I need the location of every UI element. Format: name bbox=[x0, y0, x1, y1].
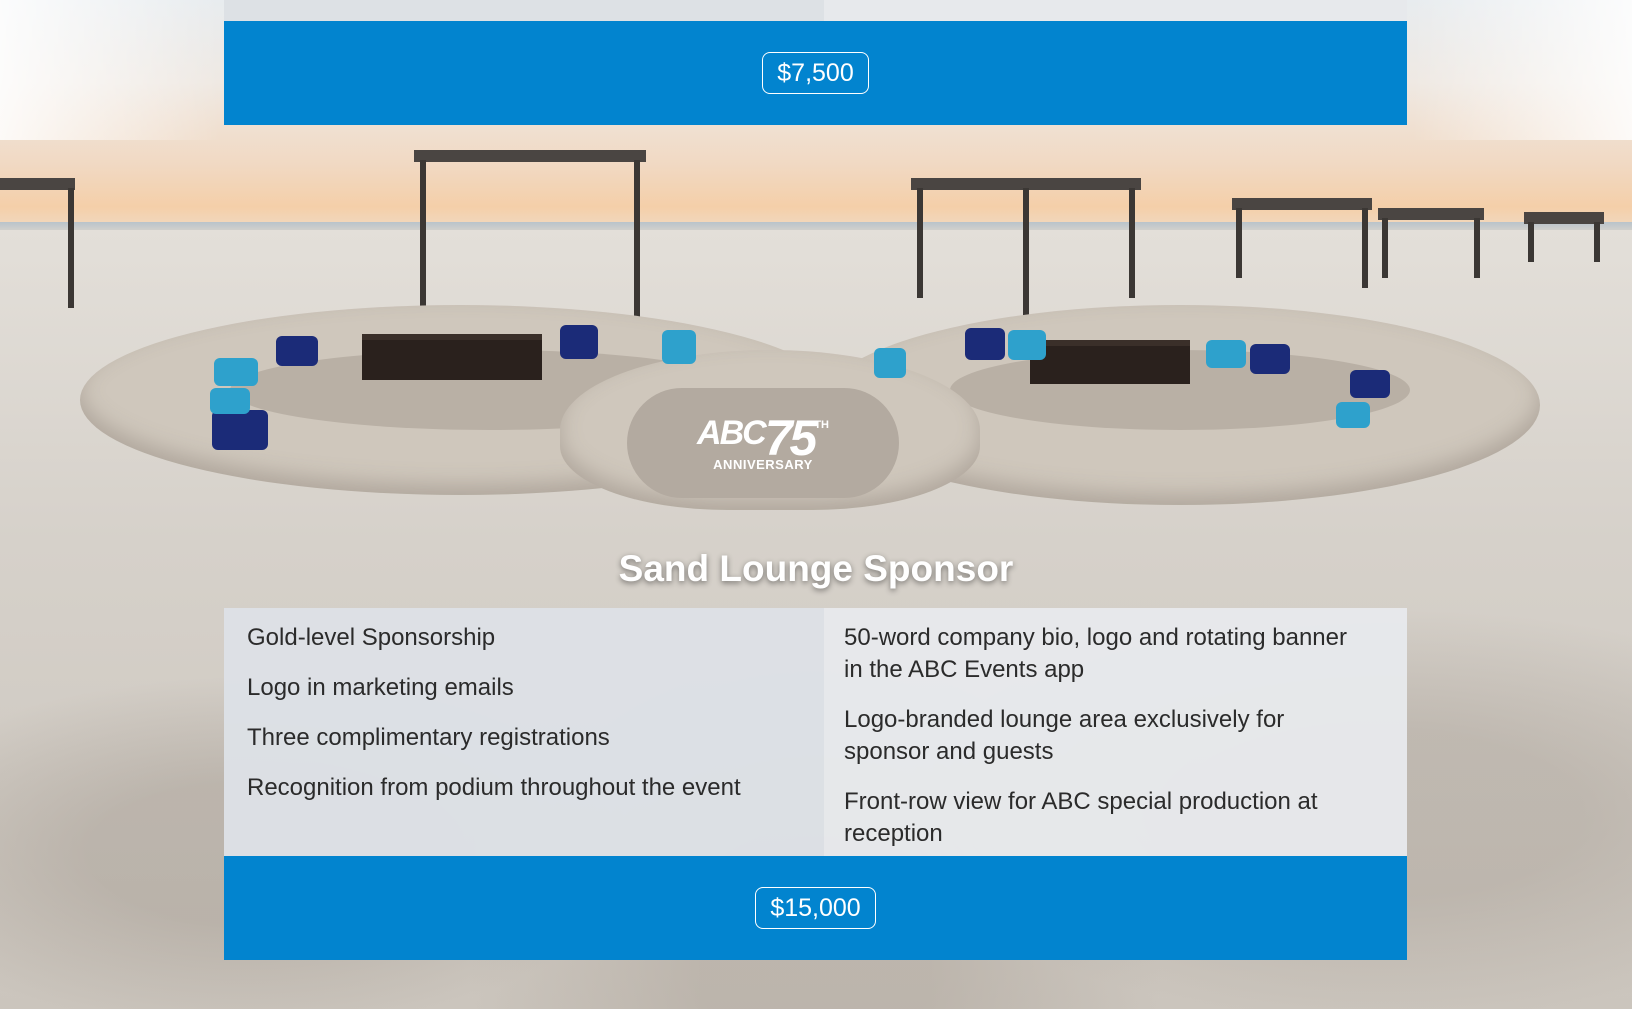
benefit-item: Recognition from podium throughout the e… bbox=[247, 774, 741, 801]
logo-number: 75 bbox=[764, 409, 818, 466]
fire-table bbox=[362, 334, 542, 380]
abc-75th-anniversary-logo: ABC 75 TH ANNIVERSARY bbox=[697, 409, 829, 472]
cabana bbox=[0, 178, 75, 308]
benefit-item: 50-word company bio, logo and rotating b… bbox=[844, 624, 1347, 683]
logo-suffix: TH bbox=[814, 418, 829, 431]
benefit-item: Three complimentary registrations bbox=[247, 724, 610, 751]
fire-table bbox=[1030, 340, 1190, 384]
price-button[interactable]: $15,000 bbox=[755, 887, 876, 929]
benefits-left-column: Gold-level Sponsorship Logo in marketing… bbox=[224, 608, 824, 856]
previous-card-benefits-panel bbox=[224, 0, 1407, 21]
cabana bbox=[1378, 208, 1484, 288]
anniversary-logo-badge: ABC 75 TH ANNIVERSARY bbox=[627, 388, 899, 498]
sponsor-title: Sand Lounge Sponsor bbox=[618, 548, 1014, 589]
benefits-right-column: 50-word company bio, logo and rotating b… bbox=[824, 608, 1407, 856]
benefit-item: Gold-level Sponsorship bbox=[247, 624, 496, 651]
price-button[interactable]: $7,500 bbox=[762, 52, 869, 94]
logo-brand: ABC bbox=[697, 413, 767, 452]
sponsor-price-bar: $15,000 bbox=[224, 856, 1407, 960]
cabana bbox=[1524, 212, 1604, 262]
sponsor-benefits-panel: Gold-level Sponsorship Logo in marketing… bbox=[224, 608, 1407, 856]
cabana bbox=[414, 150, 646, 320]
benefit-item: Logo in marketing emails bbox=[247, 674, 514, 701]
benefit-item: Logo-branded lounge area exclusively for… bbox=[844, 706, 1285, 765]
logo-caption: ANNIVERSARY bbox=[713, 456, 813, 472]
benefit-item: Front-row view for ABC special productio… bbox=[844, 788, 1318, 847]
cabana bbox=[911, 178, 1141, 318]
cabana bbox=[1232, 198, 1372, 288]
previous-sponsor-price-bar: $7,500 bbox=[224, 21, 1407, 125]
